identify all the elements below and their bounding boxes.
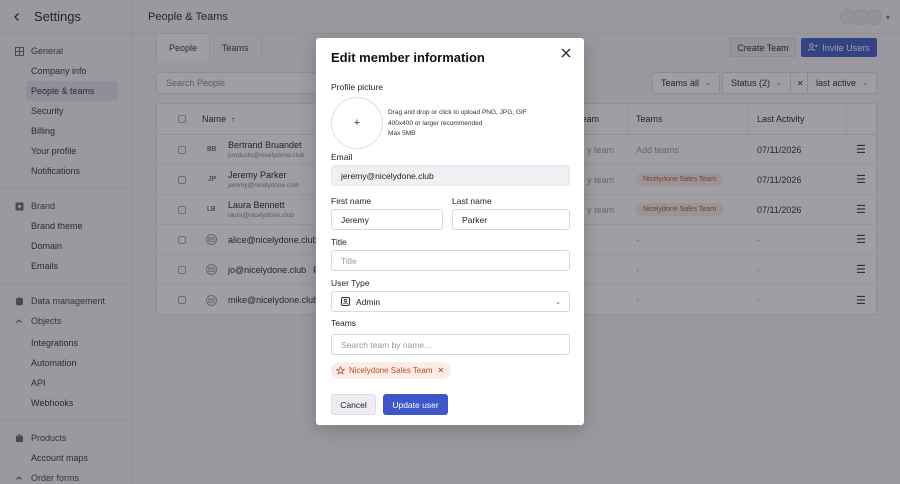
user-type-value: Admin — [356, 296, 381, 307]
email-field[interactable]: jeremy@nicelydone.club — [331, 165, 570, 186]
team-chip-label: Nicelydone Sales Team — [349, 366, 433, 375]
teams-label: Teams — [331, 318, 357, 328]
first-name-label: First name — [331, 196, 372, 206]
upload-hint-max: Max 5MB — [388, 130, 416, 137]
email-label: Email — [331, 152, 353, 162]
profile-picture-uploader[interactable]: + — [331, 97, 383, 149]
admin-icon — [341, 297, 350, 306]
cancel-button[interactable]: Cancel — [331, 394, 376, 415]
star-icon — [336, 366, 345, 375]
title-field[interactable]: Title — [331, 250, 570, 271]
last-name-label: Last name — [452, 196, 492, 206]
modal-title: Edit member information — [331, 50, 485, 65]
remove-team-icon[interactable]: ✕ — [437, 366, 444, 375]
edit-member-modal: Edit member information Profile picture … — [316, 38, 584, 425]
upload-hint-size: 400x400 or larger recommended — [388, 119, 483, 127]
last-name-field[interactable]: Parker — [452, 209, 570, 230]
first-name-field[interactable]: Jeremy — [331, 209, 443, 230]
user-type-label: User Type — [331, 278, 370, 288]
chevron-down-icon: ⌄ — [555, 298, 561, 306]
team-chip: Nicelydone Sales Team ✕ — [331, 362, 452, 379]
close-icon[interactable] — [560, 46, 572, 62]
update-user-button[interactable]: Update user — [383, 394, 448, 415]
plus-icon: + — [353, 117, 361, 129]
user-type-select[interactable]: Admin ⌄ — [331, 291, 570, 312]
profile-picture-label: Profile picture — [331, 82, 383, 92]
upload-hint-formats: Drag and drop or click to upload PNG, JP… — [388, 109, 527, 116]
title-label: Title — [331, 237, 347, 247]
team-search-input[interactable]: Search team by name... — [331, 334, 570, 355]
upload-instructions: Drag and drop or click to upload PNG, JP… — [388, 108, 558, 140]
